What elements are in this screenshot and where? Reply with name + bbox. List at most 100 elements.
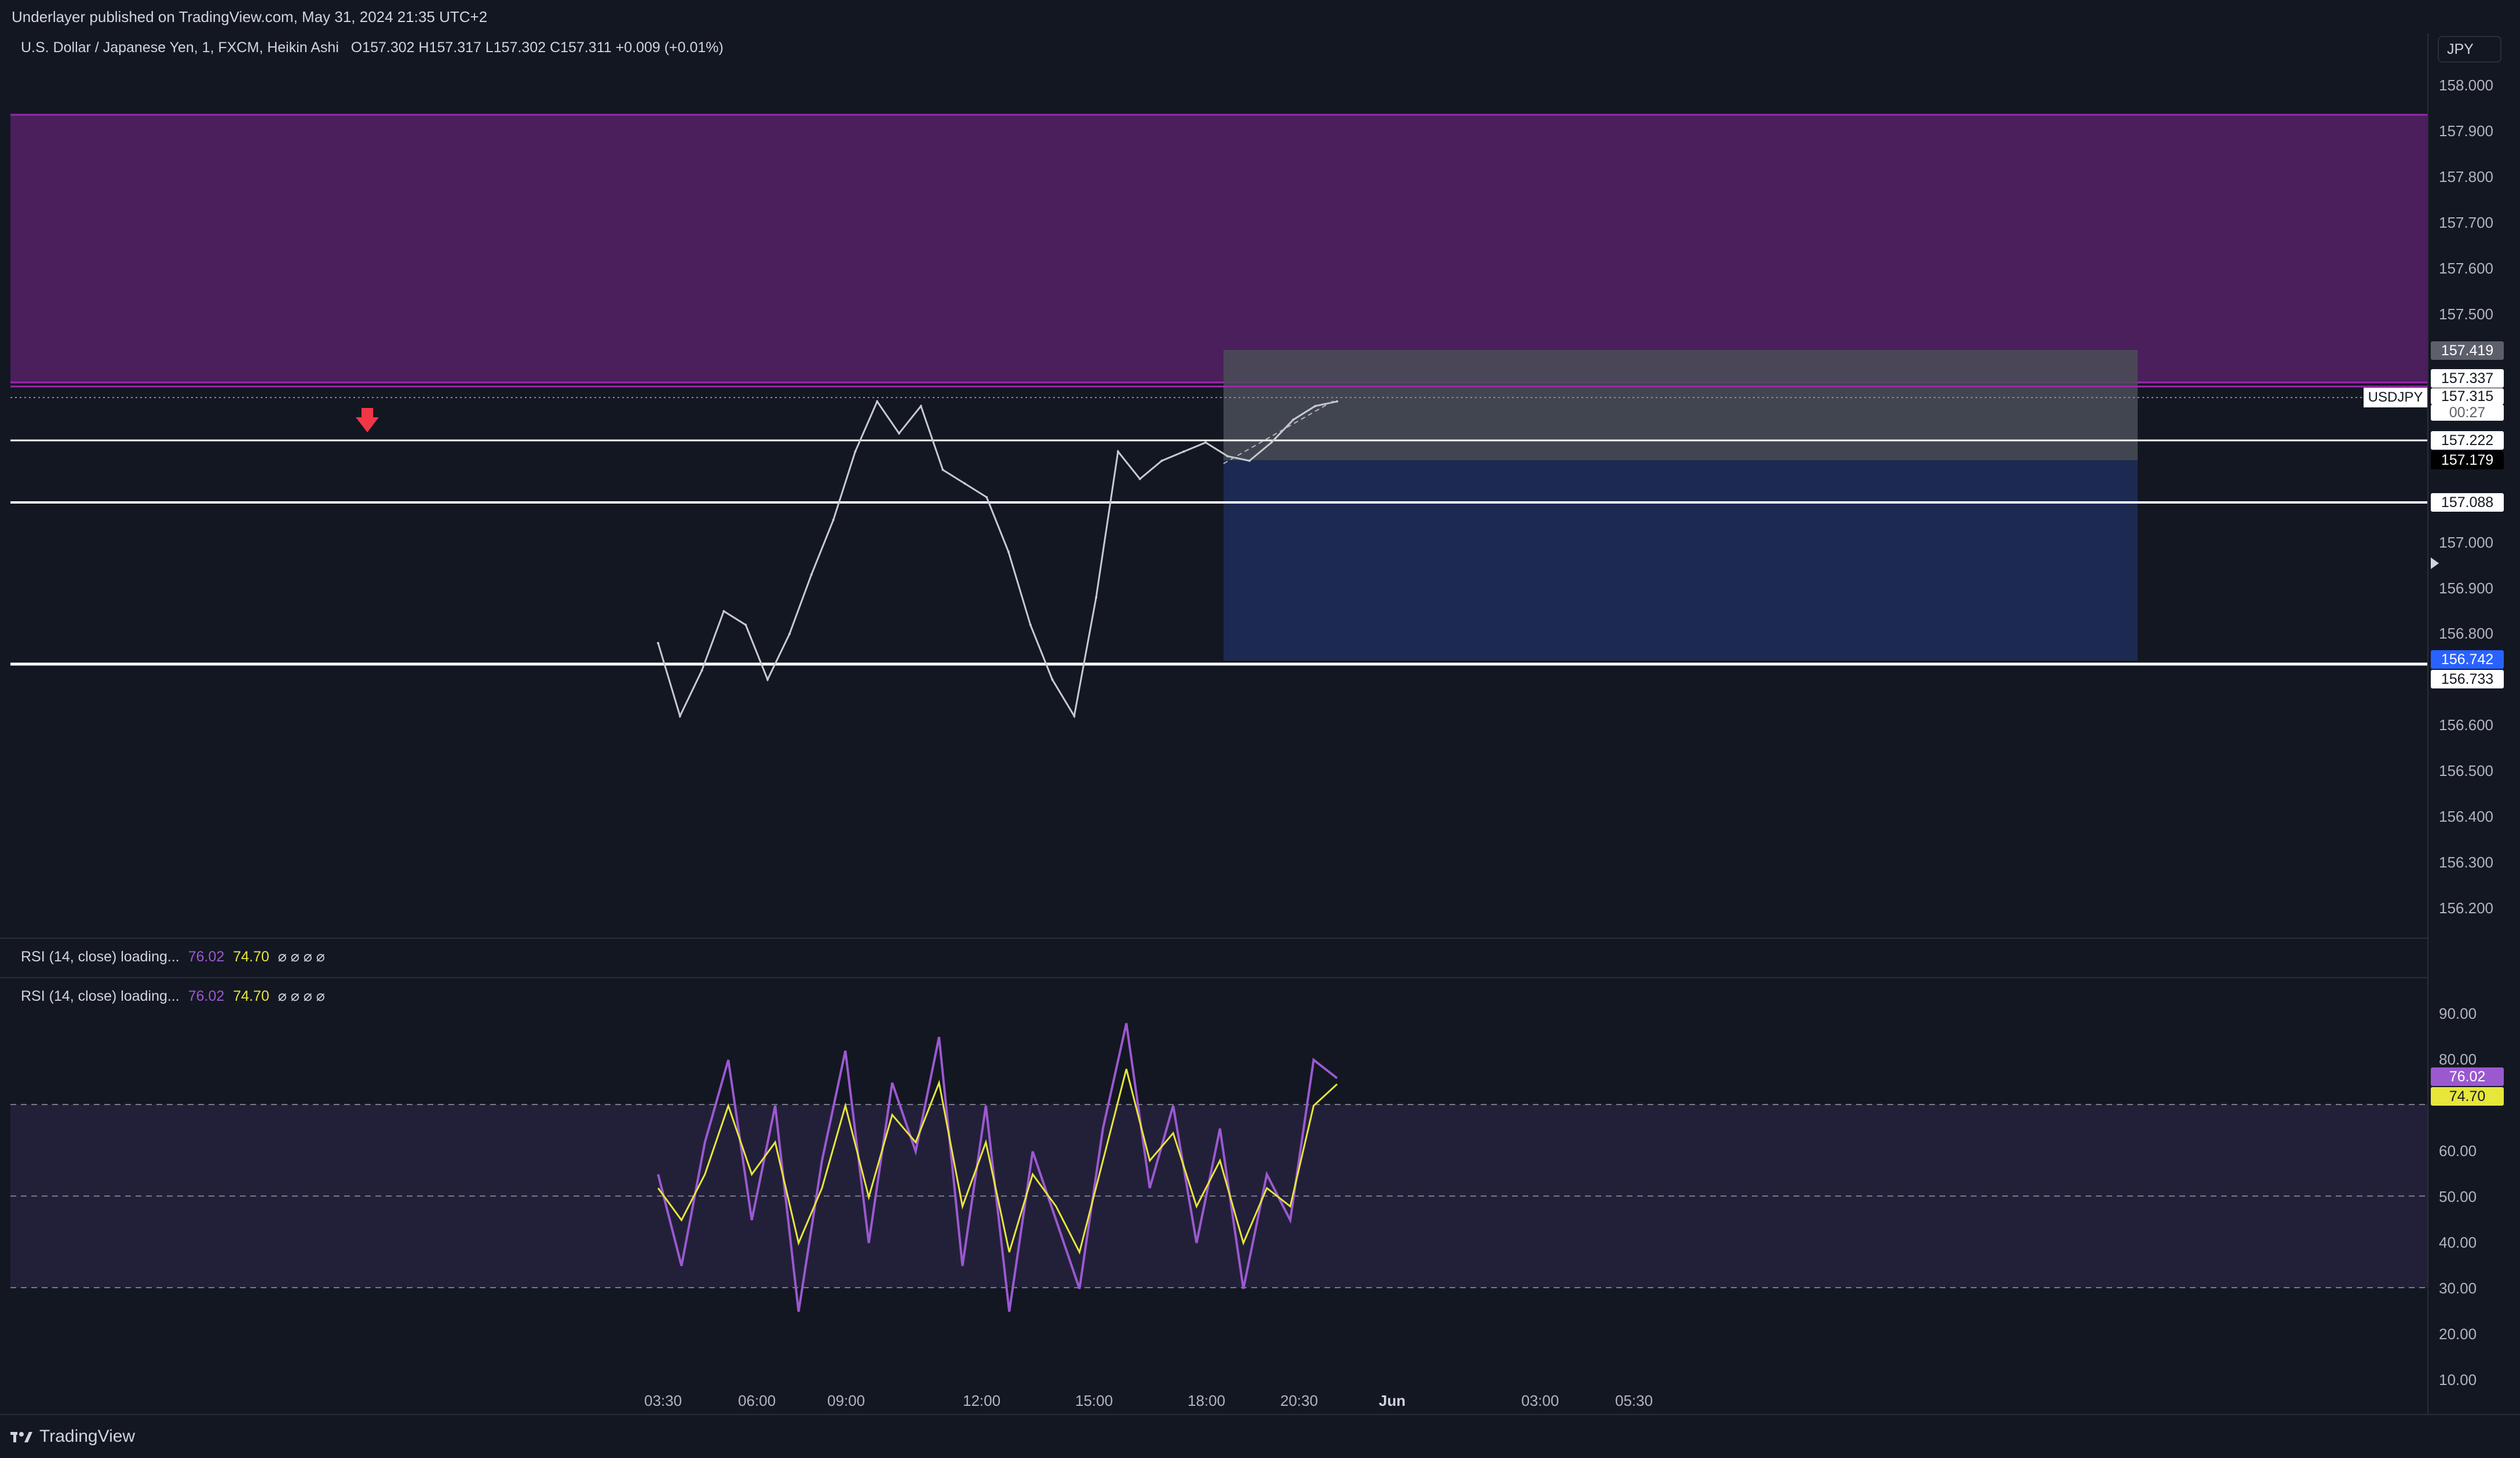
time-tick-day: Jun [1379,1392,1406,1409]
rsi-legend-name: RSI (14, close) loading... [21,949,180,965]
price-tick: 158.000 [2439,76,2493,94]
price-point [832,519,835,522]
scroll-right-icon[interactable] [2431,557,2439,569]
rsi-legend-value: 76.02 [188,988,225,1004]
rsi-tag: 76.02 [2431,1067,2504,1086]
price-tag-current: 157.315 [2431,388,2504,404]
price-point [1270,441,1273,444]
price-point [897,432,900,435]
rsi-tick: 50.00 [2439,1188,2477,1205]
price-point [1314,404,1317,407]
price-tick: 157.700 [2439,214,2493,231]
price-tick: 156.800 [2439,625,2493,642]
currency-badge[interactable]: JPY [2438,36,2501,63]
price-tag-level: 157.337 [2431,369,2504,388]
price-point [1007,551,1010,553]
ohlc-values: O157.302 H157.317 L157.302 C157.311 +0.0… [350,39,724,56]
price-point [744,624,747,626]
price-tag-level: 157.222 [2431,431,2504,450]
price-point [1116,450,1119,453]
price-tick: 157.900 [2439,122,2493,140]
rsi-tick: 40.00 [2439,1234,2477,1251]
price-point [854,450,857,453]
tradingview-logo[interactable]: TradingView [10,1427,135,1446]
price-tick: 157.800 [2439,168,2493,185]
price-point [985,496,988,498]
price-point [1160,460,1163,462]
price-point [1051,678,1054,681]
symbol-label: USDJPY [2364,388,2427,407]
rsi-legend-null-values: ⌀ ⌀ ⌀ ⌀ [277,988,325,1004]
price-tick: 157.000 [2439,534,2493,551]
pane-divider-1[interactable] [0,938,2427,939]
price-point [941,468,944,471]
rsi-legend-value: 76.02 [188,949,225,965]
pane-divider-2[interactable] [0,977,2427,978]
symbol-description: U.S. Dollar / Japanese Yen, 1, FXCM, Hei… [21,39,339,56]
price-tag-countdown: 00:27 [2431,404,2504,421]
rsi-tick: 60.00 [2439,1142,2477,1160]
main-legend: U.S. Dollar / Japanese Yen, 1, FXCM, Hei… [21,39,724,56]
rsi-tick: 10.00 [2439,1371,2477,1388]
rsi-ma-tag: 74.70 [2431,1087,2504,1106]
time-tick: 15:00 [1075,1392,1113,1409]
price-point [1095,596,1098,599]
price-point [876,400,879,403]
rsi-tick: 20.00 [2439,1325,2477,1343]
price-point [810,573,813,576]
price-tag-target: 156.742 [2431,650,2504,669]
price-point [1182,450,1185,453]
time-tick: 05:30 [1615,1392,1653,1409]
price-tag-zone-top: 157.419 [2431,341,2504,360]
price-tag-entry: 157.179 [2431,451,2504,469]
rsi-legend-ma-value: 74.70 [233,949,269,965]
price-point [1073,715,1076,717]
position-loss-zone [1224,350,2138,460]
price-tick: 157.500 [2439,305,2493,323]
sell-arrow-icon [356,408,379,432]
price-point [722,610,725,613]
price-point [788,633,791,635]
price-tag-level: 156.733 [2431,670,2504,688]
price-tick: 156.500 [2439,762,2493,779]
price-point [919,404,922,407]
time-tick: 06:00 [738,1392,776,1409]
rsi-legend-ma-value: 74.70 [233,988,269,1004]
price-point [766,678,769,681]
price-point [700,669,703,672]
price-point [1292,418,1295,421]
price-tick: 156.200 [2439,899,2493,917]
price-point [1138,478,1141,480]
rsi-tick: 30.00 [2439,1280,2477,1297]
rsi-legend-name: RSI (14, close) loading... [21,988,180,1004]
price-point [1029,624,1032,626]
price-tick: 157.600 [2439,260,2493,277]
time-tick: 18:00 [1188,1392,1226,1409]
rsi-tick: 80.00 [2439,1051,2477,1068]
price-point [1226,455,1229,458]
price-tick: 156.900 [2439,579,2493,597]
time-tick: 03:00 [1521,1392,1560,1409]
price-point [678,715,681,717]
chart-canvas[interactable] [0,0,2520,1457]
price-tick: 156.600 [2439,716,2493,734]
supply-zone [10,115,2427,382]
footer: TradingView [0,1414,2520,1458]
position-profit-zone [1224,460,2138,661]
rsi-legend-null-values: ⌀ ⌀ ⌀ ⌀ [277,949,325,965]
rsi-legend-2: RSI (14, close) loading... 76.02 74.70 ⌀… [21,987,325,1005]
price-tick: 156.400 [2439,808,2493,825]
price-tick: 156.300 [2439,854,2493,871]
tradingview-logo-icon [10,1432,32,1442]
price-point [963,482,966,485]
price-point [1336,400,1338,403]
rsi-legend-1: RSI (14, close) loading... 76.02 74.70 ⌀… [21,948,325,965]
time-tick: 12:00 [963,1392,1001,1409]
price-tag-level: 157.088 [2431,493,2504,512]
price-point [1248,460,1251,462]
time-tick: 20:30 [1280,1392,1319,1409]
time-tick: 09:00 [827,1392,865,1409]
price-point [1204,441,1207,444]
brand-name: TradingView [39,1427,136,1446]
time-tick: 03:30 [644,1392,682,1409]
